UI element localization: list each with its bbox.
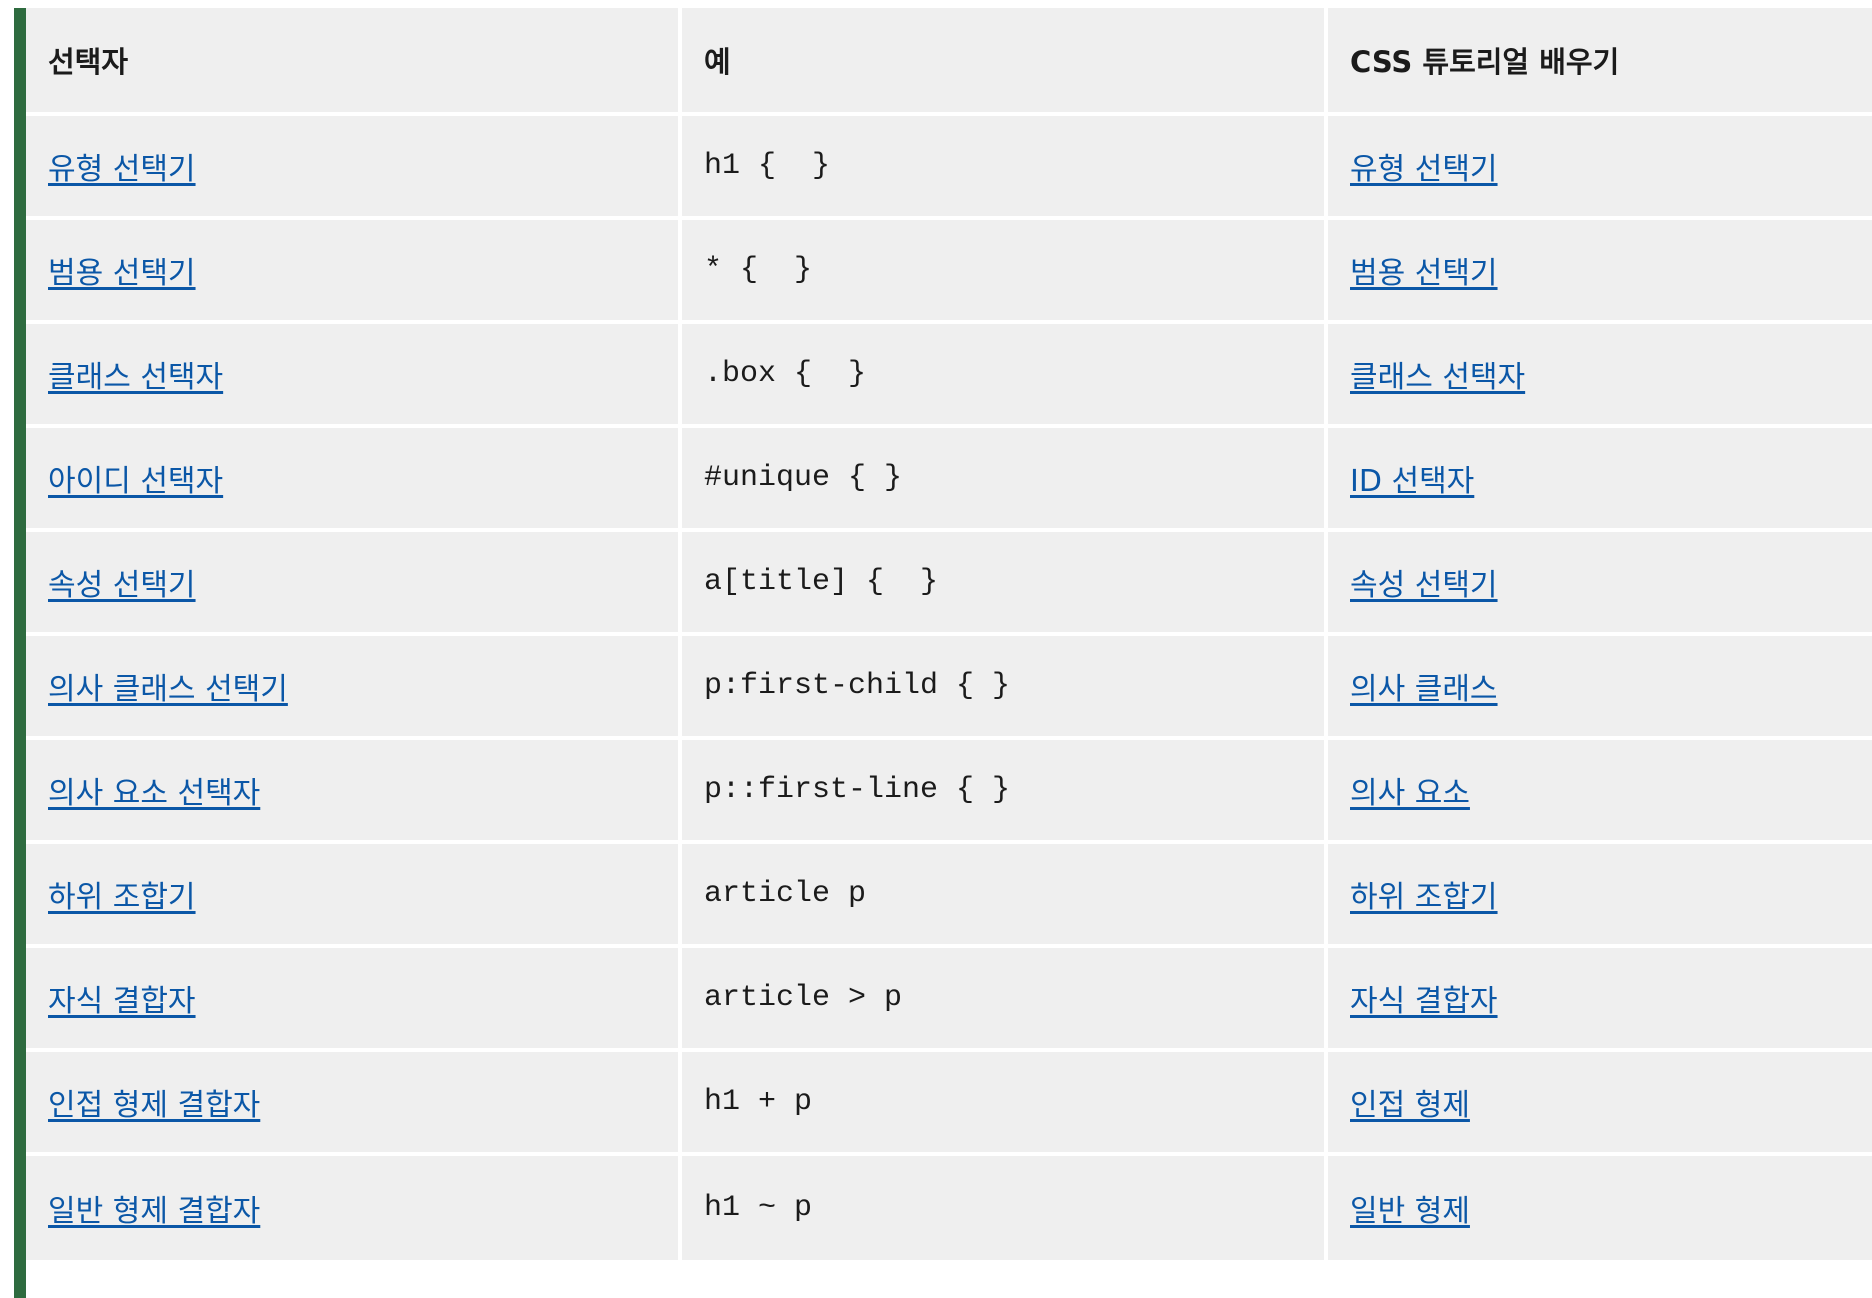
tutorial-cell: 인접 형제 [1328, 1052, 1872, 1156]
tutorial-cell: 의사 요소 [1328, 740, 1872, 844]
selector-link[interactable]: 인접 형제 결합자 [48, 1088, 260, 1123]
table-row: 유형 선택기 h1 { } 유형 선택기 [26, 116, 1872, 220]
example-code: h1 { } [704, 149, 831, 183]
selector-link[interactable]: 속성 선택기 [48, 568, 196, 603]
header-selector: 선택자 [26, 8, 682, 116]
tutorial-link[interactable]: ID 선택자 [1350, 464, 1474, 499]
selector-cell: 하위 조합기 [26, 844, 682, 948]
tutorial-link[interactable]: 유형 선택기 [1350, 152, 1498, 187]
tutorial-link[interactable]: 일반 형제 [1350, 1194, 1470, 1229]
tutorial-cell: 의사 클래스 [1328, 636, 1872, 740]
table-row: 의사 클래스 선택기 p:first-child { } 의사 클래스 [26, 636, 1872, 740]
example-code: article > p [704, 981, 903, 1015]
tutorial-cell: 유형 선택기 [1328, 116, 1872, 220]
example-cell: article > p [682, 948, 1328, 1052]
example-code: .box { } [704, 357, 867, 391]
tutorial-link[interactable]: 의사 요소 [1350, 776, 1470, 811]
tutorial-cell: 자식 결합자 [1328, 948, 1872, 1052]
example-cell: p:first-child { } [682, 636, 1328, 740]
example-cell: h1 + p [682, 1052, 1328, 1156]
page: 선택자 예 CSS 튜토리얼 배우기 유형 선택기 h1 { } 유형 선택기 … [0, 0, 1872, 1298]
selector-link[interactable]: 하위 조합기 [48, 880, 196, 915]
tutorial-cell: 일반 형제 [1328, 1156, 1872, 1260]
example-cell: article p [682, 844, 1328, 948]
selector-link[interactable]: 의사 클래스 선택기 [48, 672, 288, 707]
selector-cell: 아이디 선택자 [26, 428, 682, 532]
selector-cell: 유형 선택기 [26, 116, 682, 220]
example-code: p:first-child { } [704, 669, 1011, 703]
tutorial-link[interactable]: 자식 결합자 [1350, 984, 1498, 1019]
header-example: 예 [682, 8, 1328, 116]
tutorial-cell: 속성 선택기 [1328, 532, 1872, 636]
selectors-table: 선택자 예 CSS 튜토리얼 배우기 유형 선택기 h1 { } 유형 선택기 … [26, 8, 1872, 1260]
table-row: 하위 조합기 article p 하위 조합기 [26, 844, 1872, 948]
header-tutorial: CSS 튜토리얼 배우기 [1328, 8, 1872, 116]
tutorial-link[interactable]: 인접 형제 [1350, 1088, 1470, 1123]
tutorial-cell: 하위 조합기 [1328, 844, 1872, 948]
selector-link[interactable]: 유형 선택기 [48, 152, 196, 187]
selector-cell: 인접 형제 결합자 [26, 1052, 682, 1156]
example-code: article p [704, 877, 867, 911]
example-cell: h1 { } [682, 116, 1328, 220]
example-code: * { } [704, 253, 813, 287]
example-cell: #unique { } [682, 428, 1328, 532]
selector-cell: 일반 형제 결합자 [26, 1156, 682, 1260]
accent-bar [14, 8, 26, 1298]
selector-link[interactable]: 클래스 선택자 [48, 360, 223, 395]
tutorial-link[interactable]: 하위 조합기 [1350, 880, 1498, 915]
table-row: 인접 형제 결합자 h1 + p 인접 형제 [26, 1052, 1872, 1156]
header-row: 선택자 예 CSS 튜토리얼 배우기 [26, 8, 1872, 116]
tutorial-link[interactable]: 의사 클래스 [1350, 672, 1498, 707]
table-row: 자식 결합자 article > p 자식 결합자 [26, 948, 1872, 1052]
selector-link[interactable]: 의사 요소 선택자 [48, 776, 260, 811]
selector-cell: 속성 선택기 [26, 532, 682, 636]
tutorial-cell: ID 선택자 [1328, 428, 1872, 532]
selector-cell: 의사 요소 선택자 [26, 740, 682, 844]
example-code: p::first-line { } [704, 773, 1011, 807]
example-cell: p::first-line { } [682, 740, 1328, 844]
tutorial-link[interactable]: 범용 선택기 [1350, 256, 1498, 291]
tutorial-link[interactable]: 속성 선택기 [1350, 568, 1498, 603]
tutorial-cell: 클래스 선택자 [1328, 324, 1872, 428]
selector-link[interactable]: 아이디 선택자 [48, 464, 223, 499]
selector-link[interactable]: 일반 형제 결합자 [48, 1194, 260, 1229]
table-row: 일반 형제 결합자 h1 ~ p 일반 형제 [26, 1156, 1872, 1260]
table-row: 속성 선택기 a[title] { } 속성 선택기 [26, 532, 1872, 636]
example-cell: a[title] { } [682, 532, 1328, 636]
example-cell: * { } [682, 220, 1328, 324]
selector-link[interactable]: 범용 선택기 [48, 256, 196, 291]
selector-cell: 의사 클래스 선택기 [26, 636, 682, 740]
selector-cell: 클래스 선택자 [26, 324, 682, 428]
tutorial-link[interactable]: 클래스 선택자 [1350, 360, 1525, 395]
example-code: a[title] { } [704, 565, 939, 599]
selector-cell: 범용 선택기 [26, 220, 682, 324]
example-code: h1 ~ p [704, 1191, 813, 1225]
example-code: #unique { } [704, 461, 903, 495]
table-row: 의사 요소 선택자 p::first-line { } 의사 요소 [26, 740, 1872, 844]
example-cell: .box { } [682, 324, 1328, 428]
table-row: 아이디 선택자 #unique { } ID 선택자 [26, 428, 1872, 532]
table-row: 클래스 선택자 .box { } 클래스 선택자 [26, 324, 1872, 428]
tutorial-cell: 범용 선택기 [1328, 220, 1872, 324]
table-row: 범용 선택기 * { } 범용 선택기 [26, 220, 1872, 324]
selector-cell: 자식 결합자 [26, 948, 682, 1052]
example-cell: h1 ~ p [682, 1156, 1328, 1260]
example-code: h1 + p [704, 1085, 813, 1119]
selector-link[interactable]: 자식 결합자 [48, 984, 196, 1019]
